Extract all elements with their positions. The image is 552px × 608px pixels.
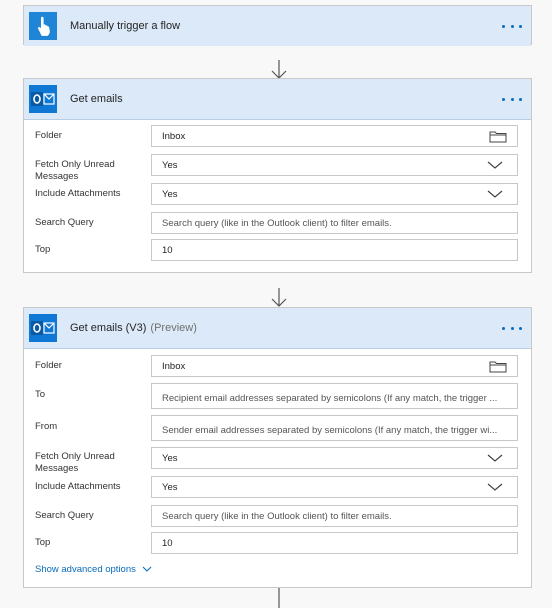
to-input[interactable]: Recipient email addresses separated by s… — [151, 383, 518, 409]
top-input[interactable]: 10 — [151, 239, 518, 261]
field-label-search-query: Search Query — [35, 510, 94, 521]
to-placeholder: Recipient email addresses separated by s… — [162, 393, 498, 404]
field-label-to: To — [35, 389, 46, 400]
get-emails-v3-title-text: Get emails (V3) — [70, 322, 147, 334]
search-query-placeholder: Search query (like in the Outlook client… — [162, 217, 392, 229]
chevron-down-icon — [487, 453, 503, 463]
include-attachments-value: Yes — [162, 188, 178, 200]
get-emails-v3-header[interactable]: Get emails (V3) (Preview) — [24, 308, 531, 349]
fetch-unread-value: Yes — [162, 159, 178, 171]
more-options-icon[interactable] — [502, 89, 522, 109]
flow-arrow-icon — [271, 60, 287, 79]
trigger-header[interactable]: Manually trigger a flow — [24, 6, 531, 46]
more-options-icon[interactable] — [502, 318, 522, 338]
field-label-folder: Folder — [35, 360, 62, 371]
folder-value: Inbox — [162, 360, 186, 372]
include-attachments-dropdown[interactable]: Yes — [151, 183, 518, 205]
outlook-icon — [29, 85, 57, 113]
fetch-unread-dropdown[interactable]: Yes — [151, 447, 518, 469]
field-label-search-query: Search Query — [35, 217, 94, 228]
get-emails-v3-card[interactable]: Get emails (V3) (Preview) Folder Inbox To… — [23, 307, 532, 588]
chevron-down-icon — [142, 566, 152, 572]
top-value: 10 — [162, 244, 173, 256]
preview-tag: (Preview) — [150, 322, 197, 334]
field-label-top: Top — [35, 537, 51, 548]
top-input[interactable]: 10 — [151, 532, 518, 554]
fetch-unread-value: Yes — [162, 452, 178, 464]
show-advanced-options-label: Show advanced options — [35, 564, 136, 575]
from-placeholder: Sender email addresses separated by semi… — [162, 425, 498, 436]
search-query-placeholder: Search query (like in the Outlook client… — [162, 510, 392, 522]
from-input[interactable]: Sender email addresses separated by semi… — [151, 415, 518, 441]
chevron-down-icon — [487, 160, 503, 170]
get-emails-header[interactable]: Get emails — [24, 79, 531, 120]
trigger-title: Manually trigger a flow — [70, 20, 181, 32]
folder-value: Inbox — [162, 130, 186, 142]
outlook-icon — [29, 314, 57, 342]
get-emails-card[interactable]: Get emails Folder Inbox Fetch Only Unrea… — [23, 78, 532, 273]
chevron-down-icon — [487, 189, 503, 199]
field-label-top: Top — [35, 244, 51, 255]
field-label-folder: Folder — [35, 130, 62, 141]
field-label-from: From — [35, 421, 58, 432]
more-options-icon[interactable] — [502, 16, 522, 36]
folder-field[interactable]: Inbox — [151, 355, 518, 377]
flow-connector-line — [278, 588, 280, 608]
include-attachments-dropdown[interactable]: Yes — [151, 476, 518, 498]
top-value: 10 — [162, 537, 173, 549]
flow-arrow-icon — [271, 288, 287, 307]
trigger-card[interactable]: Manually trigger a flow — [23, 5, 532, 46]
fetch-unread-dropdown[interactable]: Yes — [151, 154, 518, 176]
folder-picker-icon[interactable] — [489, 359, 507, 373]
get-emails-v3-title: Get emails (V3) (Preview) — [70, 322, 197, 334]
field-label-include-attachments: Include Attachments — [35, 188, 121, 199]
field-label-fetch-unread: Fetch Only Unread Messages — [35, 159, 115, 182]
search-query-input[interactable]: Search query (like in the Outlook client… — [151, 505, 518, 527]
search-query-input[interactable]: Search query (like in the Outlook client… — [151, 212, 518, 234]
hand-pointer-icon — [29, 12, 57, 40]
get-emails-title: Get emails — [70, 93, 123, 105]
include-attachments-value: Yes — [162, 481, 178, 493]
folder-picker-icon[interactable] — [489, 129, 507, 143]
field-label-include-attachments: Include Attachments — [35, 481, 121, 492]
show-advanced-options-link[interactable]: Show advanced options — [35, 564, 152, 575]
folder-field[interactable]: Inbox — [151, 125, 518, 147]
field-label-fetch-unread: Fetch Only Unread Messages — [35, 451, 115, 474]
chevron-down-icon — [487, 482, 503, 492]
